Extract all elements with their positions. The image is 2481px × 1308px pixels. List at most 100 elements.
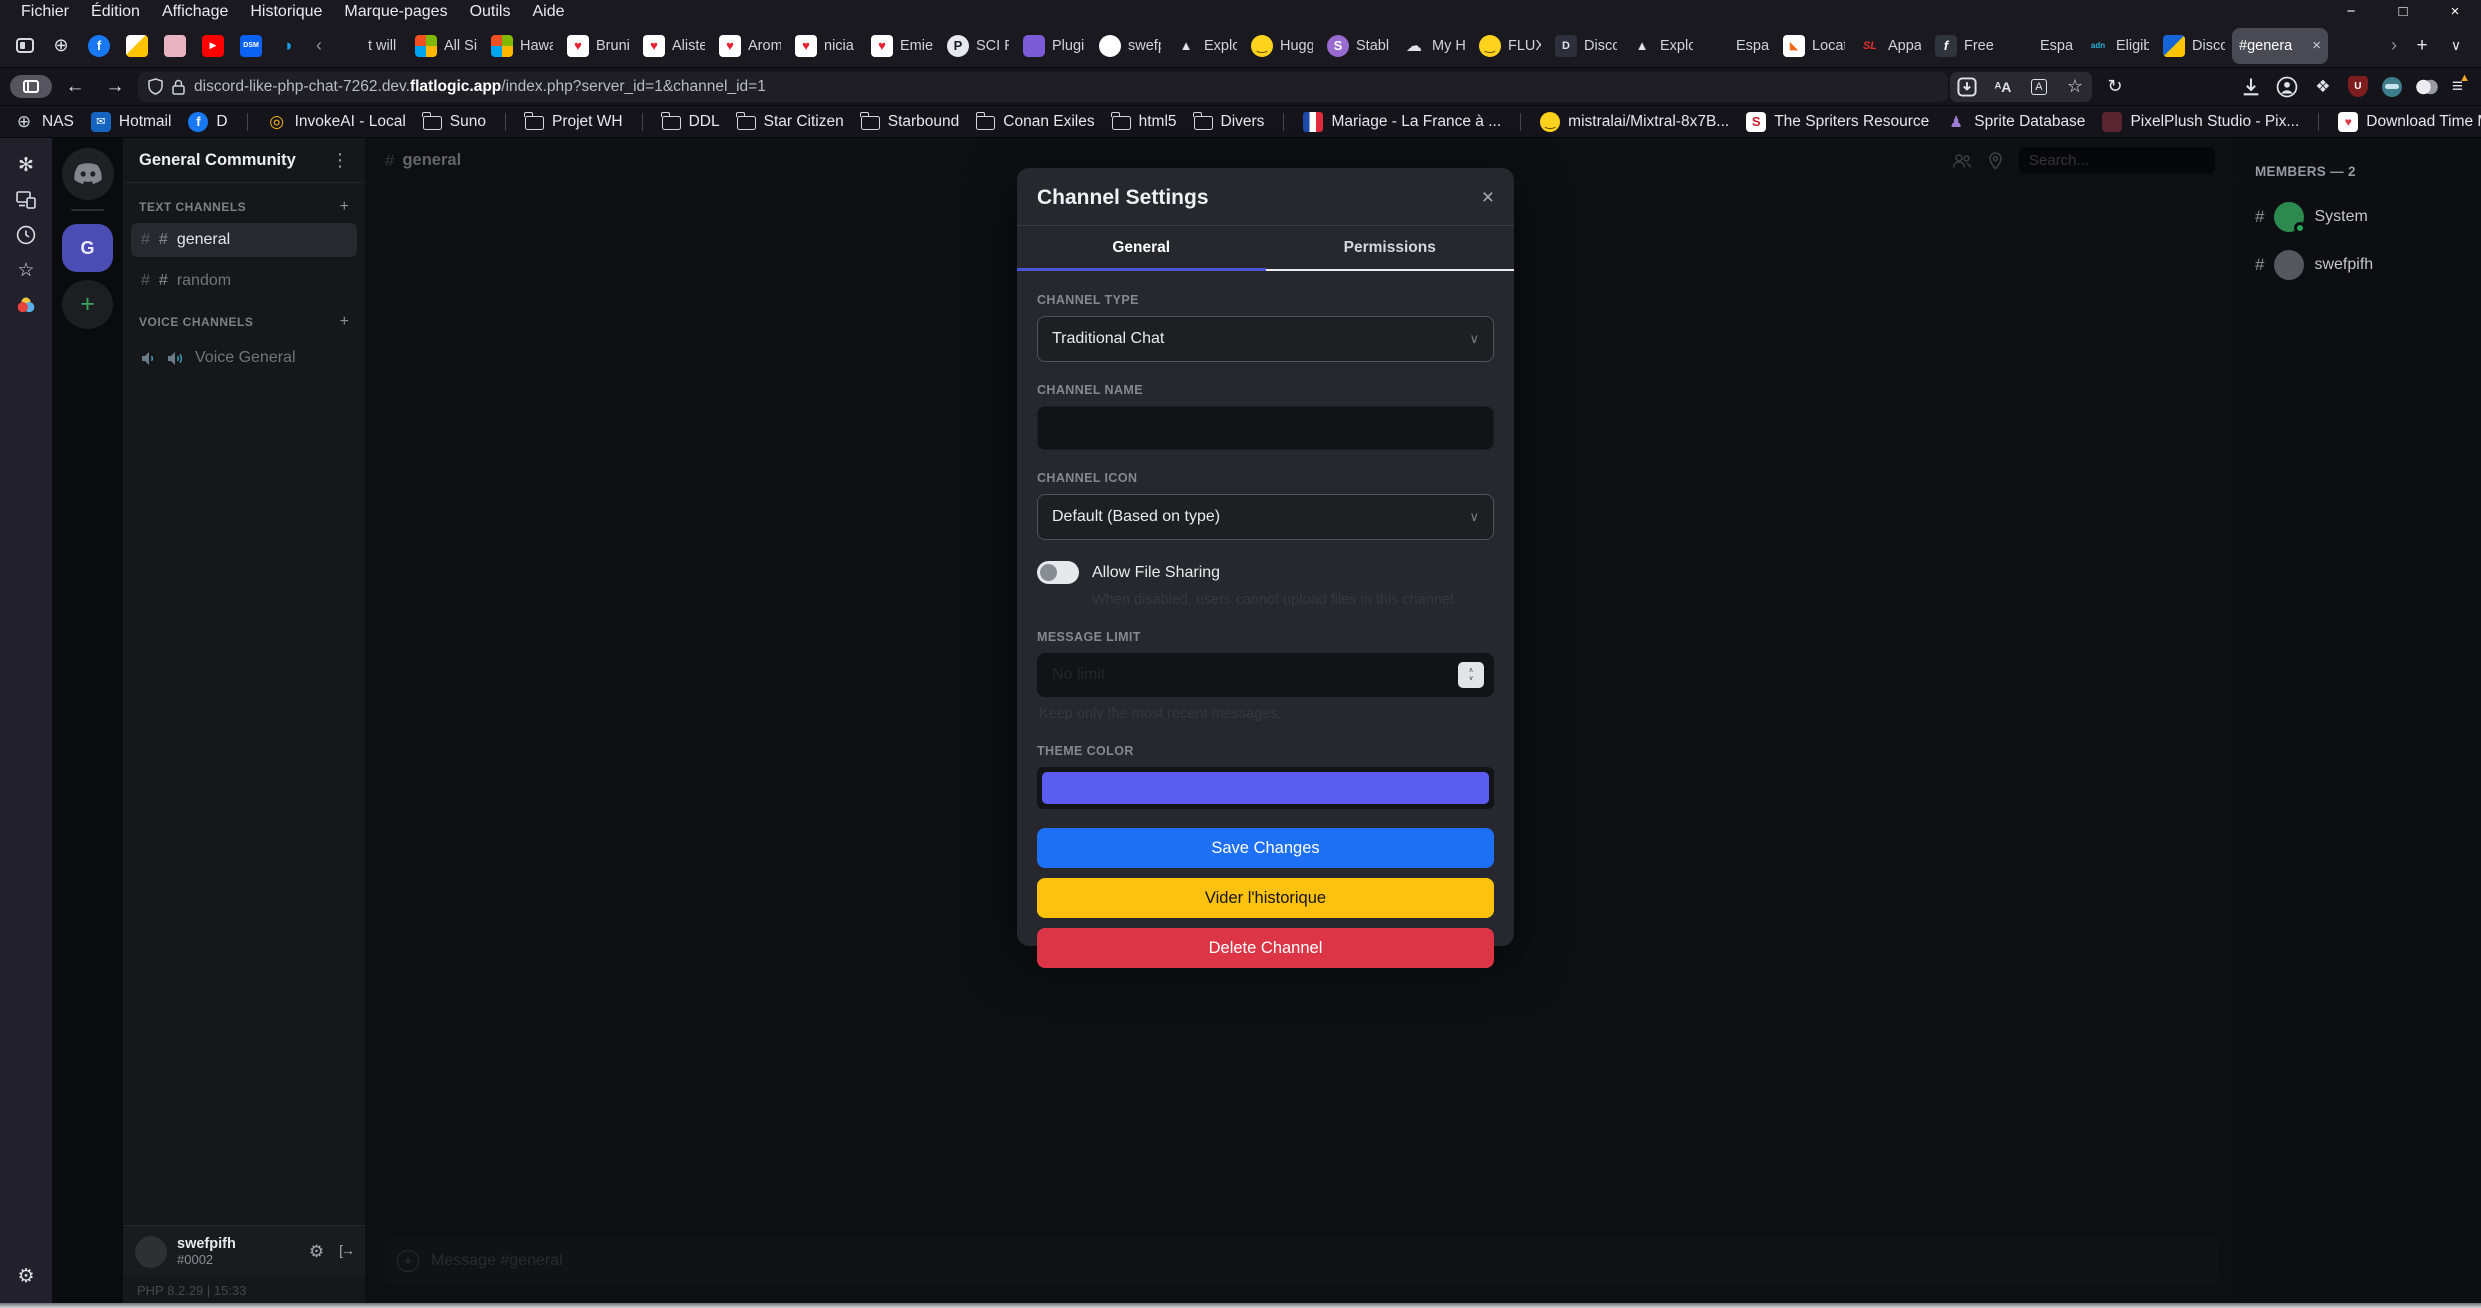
- new-tab-button[interactable]: +: [2405, 35, 2439, 57]
- minimize-button[interactable]: −: [2325, 0, 2377, 24]
- back-button[interactable]: ←: [58, 73, 92, 101]
- message-composer[interactable]: +: [383, 1237, 2219, 1285]
- search-input[interactable]: [2019, 147, 2215, 174]
- pinned-tab[interactable]: DSM: [232, 28, 270, 64]
- pinned-tab[interactable]: ⊕: [42, 28, 80, 64]
- browser-tab[interactable]: ♥ Alister: [636, 28, 712, 64]
- modal-tab[interactable]: General: [1017, 226, 1266, 271]
- save-changes-button[interactable]: Save Changes: [1037, 828, 1494, 868]
- chatgpt-icon[interactable]: ✻: [0, 150, 52, 180]
- menu-item[interactable]: Fichier: [10, 0, 80, 24]
- translate-icon[interactable]: ᴬA: [1992, 76, 2014, 98]
- bookmark-item[interactable]: ✉ Hotmail: [91, 112, 172, 132]
- menu-item[interactable]: Édition: [80, 0, 151, 24]
- synced-tabs-icon[interactable]: [0, 185, 52, 215]
- pinned-tab[interactable]: ◗: [270, 28, 308, 64]
- message-limit-input[interactable]: [1037, 653, 1494, 697]
- menu-item[interactable]: Historique: [239, 0, 333, 24]
- bookmark-item[interactable]: ⊕ NAS: [14, 112, 74, 132]
- extensions-icon[interactable]: ❖: [2312, 76, 2334, 98]
- browser-tab[interactable]: Espace abo: [2004, 28, 2080, 64]
- bookmark-star-icon[interactable]: ☆: [2064, 76, 2086, 98]
- channel-icon-select[interactable]: Default (Based on type) ∨: [1037, 494, 1494, 540]
- pinned-tab[interactable]: [156, 28, 194, 64]
- mask-extension-icon[interactable]: [2382, 77, 2402, 97]
- tab-scroll-left-icon[interactable]: ‹: [308, 35, 330, 56]
- bookmark-item[interactable]: [2316, 113, 2321, 131]
- message-input[interactable]: [431, 1252, 2205, 1270]
- browser-tab[interactable]: ◣ Locati: [1776, 28, 1852, 64]
- browser-tab[interactable]: adn Eligibi: [2080, 28, 2156, 64]
- bookmark-item[interactable]: [1518, 113, 1523, 131]
- bookmark-item[interactable]: Conan Exiles: [976, 113, 1094, 131]
- logout-icon[interactable]: [→: [339, 1242, 353, 1262]
- close-button[interactable]: ×: [2429, 0, 2481, 24]
- browser-tab[interactable]: Plugin: [1016, 28, 1092, 64]
- browser-tab[interactable]: ‿ FLUX.2: [1472, 28, 1548, 64]
- bookmark-item[interactable]: Suno: [423, 113, 486, 131]
- forward-button[interactable]: →: [98, 73, 132, 101]
- lock-icon[interactable]: [172, 79, 185, 95]
- menu-item[interactable]: Affichage: [151, 0, 239, 24]
- delete-channel-button[interactable]: Delete Channel: [1037, 928, 1494, 968]
- bookmark-item[interactable]: [640, 113, 645, 131]
- bookmark-item[interactable]: S The Spriters Resource: [1746, 112, 1929, 132]
- browser-tab[interactable]: P SCI RE: [940, 28, 1016, 64]
- browser-tab[interactable]: #genera ×: [2232, 28, 2328, 64]
- downloads-icon[interactable]: [2240, 76, 2262, 98]
- browser-tab[interactable]: D Discor: [1548, 28, 1624, 64]
- browser-tab[interactable]: Discor: [2156, 28, 2232, 64]
- app-menu-button[interactable]: ≡▲: [2452, 76, 2463, 98]
- bookmark-item[interactable]: ‿ mistralai/Mixtral-8x7B...: [1540, 112, 1729, 132]
- firefox-view-button[interactable]: [8, 29, 42, 63]
- menu-item[interactable]: Aide: [521, 0, 575, 24]
- url-bar[interactable]: discord-like-php-chat-7262.dev.flatlogic…: [138, 72, 1948, 102]
- browser-tab[interactable]: Espace clie: [1700, 28, 1776, 64]
- history-icon[interactable]: [0, 220, 52, 250]
- user-avatar[interactable]: [135, 1236, 167, 1268]
- browser-tab[interactable]: swefpi: [1092, 28, 1168, 64]
- file-sharing-toggle[interactable]: [1037, 561, 1079, 584]
- bookmark-item[interactable]: f D: [188, 112, 227, 132]
- reload-button[interactable]: ↻: [2098, 73, 2132, 101]
- circles-extension-icon[interactable]: [2416, 78, 2438, 96]
- reader-translate-icon[interactable]: A: [2028, 76, 2050, 98]
- member-row[interactable]: # swefpifh: [2235, 241, 2481, 289]
- tab-scroll-right-icon[interactable]: ›: [2383, 35, 2405, 56]
- pinned-tab[interactable]: f: [80, 28, 118, 64]
- theme-color-picker[interactable]: [1037, 767, 1494, 809]
- attach-plus-icon[interactable]: +: [397, 1250, 419, 1272]
- containers-icon[interactable]: [0, 290, 52, 320]
- save-page-icon[interactable]: [1956, 76, 1978, 98]
- browser-tab[interactable]: S Stable: [1320, 28, 1396, 64]
- bookmark-item[interactable]: Projet WH: [525, 113, 623, 131]
- browser-tab[interactable]: ♥ Aromy: [712, 28, 788, 64]
- channel-row[interactable]: # # random: [131, 264, 357, 298]
- add-server-button[interactable]: +: [62, 280, 113, 329]
- bookmark-item[interactable]: PixelPlush Studio - Pix...: [2102, 112, 2299, 132]
- browser-tab[interactable]: ‿ Huggi: [1244, 28, 1320, 64]
- tab-list-dropdown-icon[interactable]: ∨: [2439, 37, 2473, 54]
- bookmark-item[interactable]: Star Citizen: [737, 113, 844, 131]
- browser-tab[interactable]: ▲ Explor: [1168, 28, 1244, 64]
- browser-tab[interactable]: ♥ Bruni2: [560, 28, 636, 64]
- add-voice-channel-icon[interactable]: +: [340, 313, 349, 331]
- account-icon[interactable]: [2276, 76, 2298, 98]
- bookmark-item[interactable]: ♥ Download Time Mana...: [2338, 112, 2481, 132]
- server-button-general-community[interactable]: G: [62, 224, 113, 272]
- browser-tab[interactable]: t will: [332, 28, 408, 64]
- bookmark-item[interactable]: Starbound: [861, 113, 960, 131]
- bookmark-item[interactable]: [1281, 113, 1286, 131]
- browser-tab[interactable]: ♥ EmieO: [864, 28, 940, 64]
- browser-tab[interactable]: All Siz: [408, 28, 484, 64]
- bookmark-item[interactable]: ◎ InvokeAI - Local: [267, 112, 406, 132]
- modal-tab[interactable]: Permissions: [1266, 226, 1515, 271]
- bookmark-item[interactable]: [503, 113, 508, 131]
- discord-home-button[interactable]: [62, 148, 114, 200]
- browser-tab[interactable]: ☁ My Ha: [1396, 28, 1472, 64]
- menu-item[interactable]: Marque-pages: [333, 0, 458, 24]
- channel-type-select[interactable]: Traditional Chat ∨: [1037, 316, 1494, 362]
- ublock-icon[interactable]: U: [2348, 76, 2368, 97]
- pin-icon[interactable]: [1988, 152, 2003, 170]
- bookmarks-star-icon[interactable]: ☆: [0, 255, 52, 285]
